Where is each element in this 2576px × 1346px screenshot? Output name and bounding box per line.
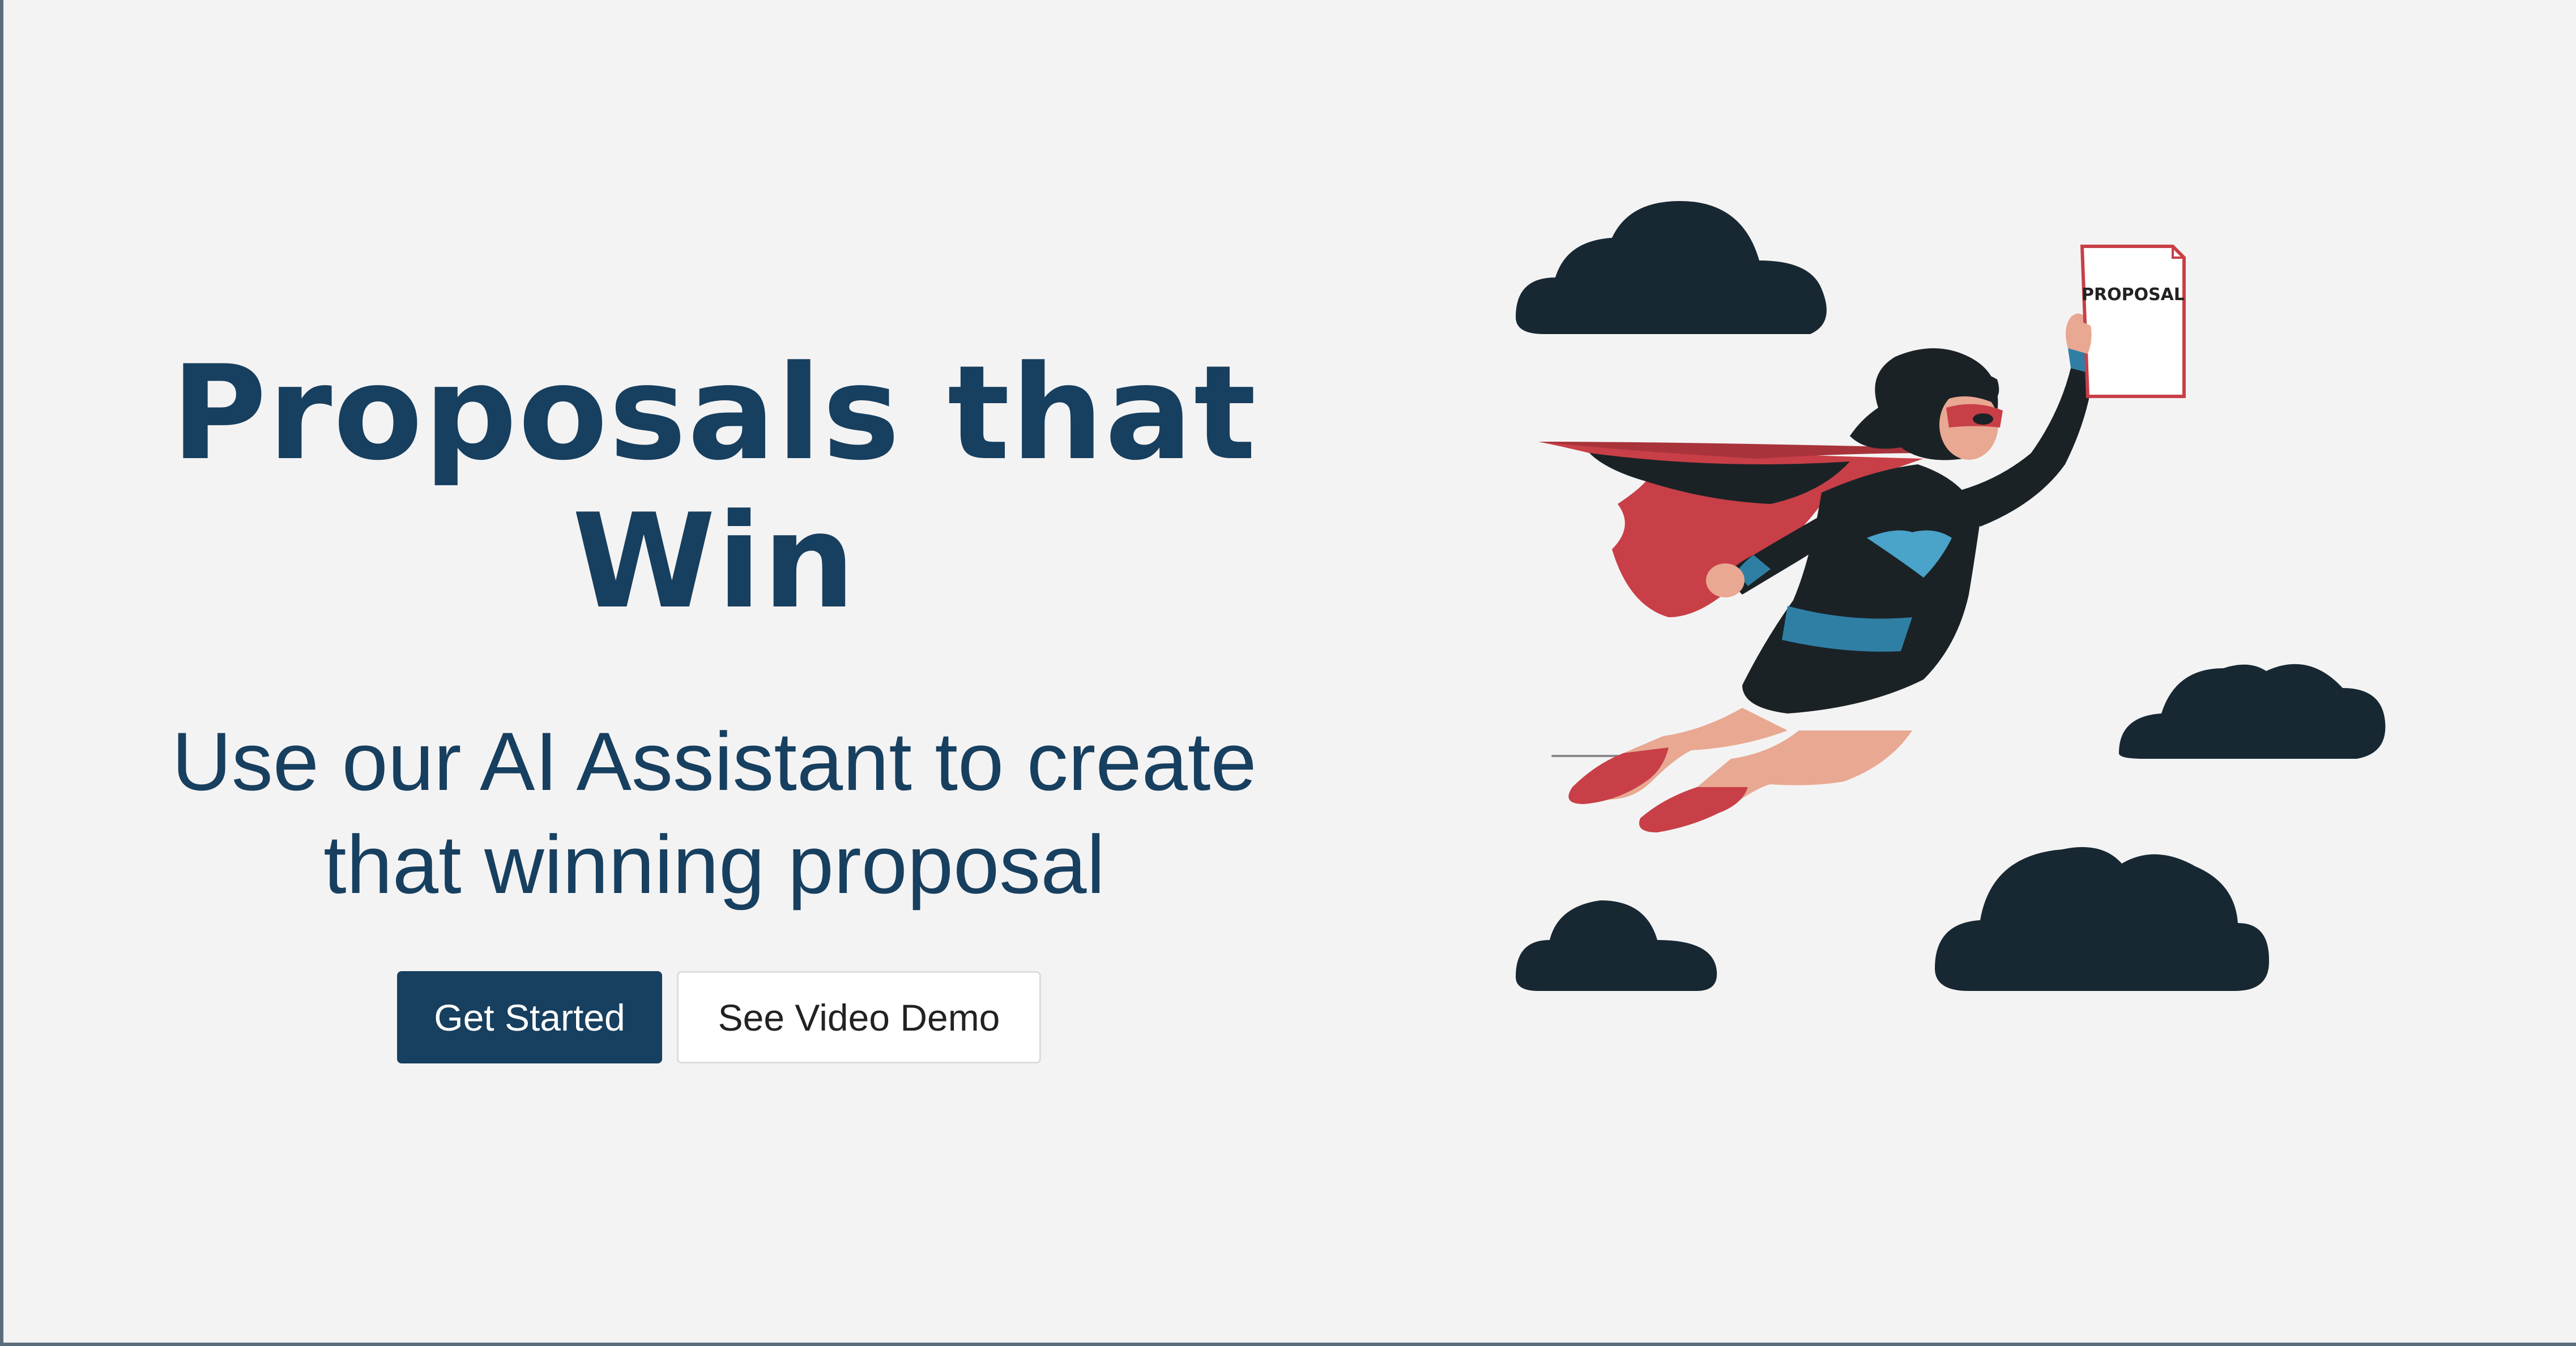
- headline-line-1: Proposals that: [171, 338, 1257, 489]
- headline-line-2: Win: [572, 486, 857, 638]
- hero-headline: Proposals that Win: [148, 340, 1281, 636]
- cta-button-group: Get Started See Video Demo: [397, 971, 1041, 1063]
- cloud-icon: [1516, 900, 1717, 991]
- get-started-button[interactable]: Get Started: [397, 971, 662, 1063]
- cloud-icon: [1516, 201, 1827, 334]
- hero-section: Proposals that Win Use our AI Assistant …: [148, 340, 1281, 916]
- subhead-line-2: that winning proposal: [323, 818, 1105, 911]
- proposal-document-label: PROPOSAL: [2082, 285, 2185, 305]
- landing-page: Proposals that Win Use our AI Assistant …: [0, 0, 2576, 1346]
- cloud-icon: [1935, 847, 2270, 991]
- cloud-icon: [2119, 664, 2386, 759]
- hero-subheadline: Use our AI Assistant to create that winn…: [148, 710, 1281, 916]
- superhero-figure: PROPOSAL: [1538, 245, 2186, 832]
- proposal-document: PROPOSAL: [2080, 245, 2186, 398]
- see-video-demo-button[interactable]: See Video Demo: [677, 971, 1041, 1063]
- subhead-line-1: Use our AI Assistant to create: [172, 715, 1257, 807]
- superhero-illustration: PROPOSAL: [1504, 187, 2388, 1025]
